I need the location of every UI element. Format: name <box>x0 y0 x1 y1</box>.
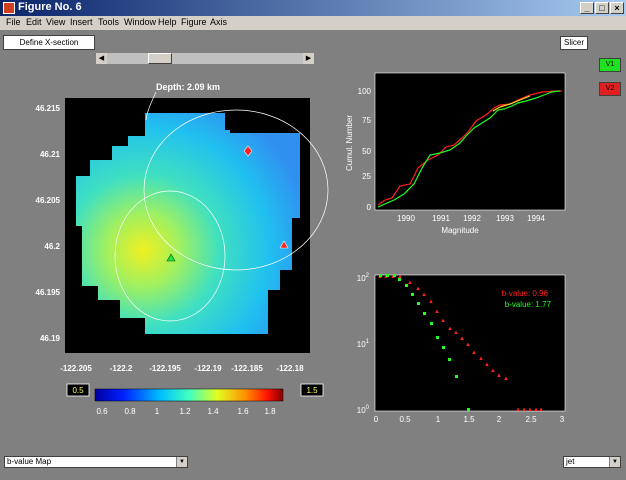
frequency-magnitude-axes[interactable]: ▲▲▲▲ ▲▲▲▲ ▲▲▲▲ ▲▲▲▲ ▲▲▲▲ ▲▲▲▲▲ b-value: … <box>357 273 566 424</box>
map-type-value: b-value Map <box>7 457 52 466</box>
svg-text:▲: ▲ <box>440 318 446 324</box>
svg-text:▲: ▲ <box>538 407 544 413</box>
fmd-legend-2: b-value: 1.77 <box>505 300 552 309</box>
svg-text:▲: ▲ <box>428 299 434 305</box>
map-xtick: -122.195 <box>149 364 181 373</box>
map-type-dropdown[interactable]: b-value Map ▼ <box>4 456 188 468</box>
bvalue-map-axes[interactable]: Depth: 2.09 km -122.205 -122.2 -122.195 … <box>36 82 329 373</box>
colorbar-tick: 1.4 <box>207 407 219 416</box>
colorbar-gradient <box>94 388 284 402</box>
cumul-ylabel: Cumul. Number <box>345 115 354 171</box>
fmd-ytick: 102 <box>357 273 370 283</box>
svg-text:▲: ▲ <box>421 292 427 298</box>
fmd-xtick: 2 <box>497 415 502 424</box>
fmd-xtick: 0 <box>374 415 379 424</box>
cumul-ytick: 75 <box>362 116 371 125</box>
map-ytick: 46.2 <box>44 242 60 251</box>
cumul-ytick: 25 <box>362 172 371 181</box>
colorbar-min-value: 0.5 <box>72 386 84 395</box>
chevron-down-icon[interactable]: ▼ <box>176 457 187 467</box>
fmd-xtick: 2.5 <box>525 415 537 424</box>
map-title: Depth: 2.09 km <box>156 82 220 92</box>
colormap-value: jet <box>566 457 575 466</box>
map-ytick: 46.21 <box>40 150 61 159</box>
fmd-ytick: 101 <box>357 339 370 349</box>
colorbar-tick: 0.6 <box>96 407 108 416</box>
map-xtick: -122.18 <box>276 364 304 373</box>
chevron-down-icon[interactable]: ▼ <box>609 457 620 467</box>
svg-text:▲: ▲ <box>465 342 471 348</box>
map-xtick: -122.19 <box>194 364 222 373</box>
cumul-ytick: 50 <box>362 147 371 156</box>
cumul-xtick: 1990 <box>397 214 415 223</box>
map-ytick: 46.19 <box>40 334 61 343</box>
cumul-xlabel: Magnitude <box>441 226 479 235</box>
map-xtick: -122.2 <box>110 364 133 373</box>
cumul-xtick: 1994 <box>527 214 545 223</box>
cumulative-number-axes[interactable]: 0 25 50 75 100 1990 1991 1992 1993 1994 … <box>345 72 566 235</box>
map-xtick: -122.205 <box>60 364 92 373</box>
svg-text:▲: ▲ <box>503 376 509 382</box>
colorbar-tick: 1.2 <box>179 407 191 416</box>
cumul-ytick: 100 <box>358 87 372 96</box>
fmd-xtick: 3 <box>560 415 565 424</box>
map-ytick: 46.215 <box>36 104 61 113</box>
colorbar-tick: 1.8 <box>264 407 276 416</box>
map-xtick: -122.185 <box>231 364 263 373</box>
map-ytick: 46.195 <box>36 288 61 297</box>
colorbar-tick: 0.8 <box>124 407 136 416</box>
colorbar-max-value: 1.5 <box>306 386 318 395</box>
fmd-legend-1: b-value: 0.96 <box>502 289 549 298</box>
fmd-xtick: 0.5 <box>399 415 411 424</box>
fmd-xtick: 1 <box>436 415 441 424</box>
svg-text:▲: ▲ <box>471 350 477 356</box>
cumul-xtick: 1991 <box>432 214 450 223</box>
cumul-xtick: 1993 <box>496 214 514 223</box>
figure-canvas: Depth: 2.09 km -122.205 -122.2 -122.195 … <box>36 72 566 424</box>
fmd-ytick: 100 <box>357 405 370 415</box>
fmd-xtick: 1.5 <box>463 415 475 424</box>
svg-text:▲: ▲ <box>496 373 502 379</box>
cumul-ytick: 0 <box>367 203 372 212</box>
colormap-dropdown[interactable]: jet ▼ <box>563 456 621 468</box>
colorbar: 0.5 1.5 0.6 0.8 1 1.2 1.4 1.6 1.8 <box>66 383 324 416</box>
svg-text:▲: ▲ <box>434 309 440 315</box>
map-ytick: 46.205 <box>36 196 61 205</box>
colorbar-tick: 1 <box>155 407 160 416</box>
colorbar-tick: 1.6 <box>237 407 249 416</box>
cumul-xtick: 1992 <box>463 214 481 223</box>
